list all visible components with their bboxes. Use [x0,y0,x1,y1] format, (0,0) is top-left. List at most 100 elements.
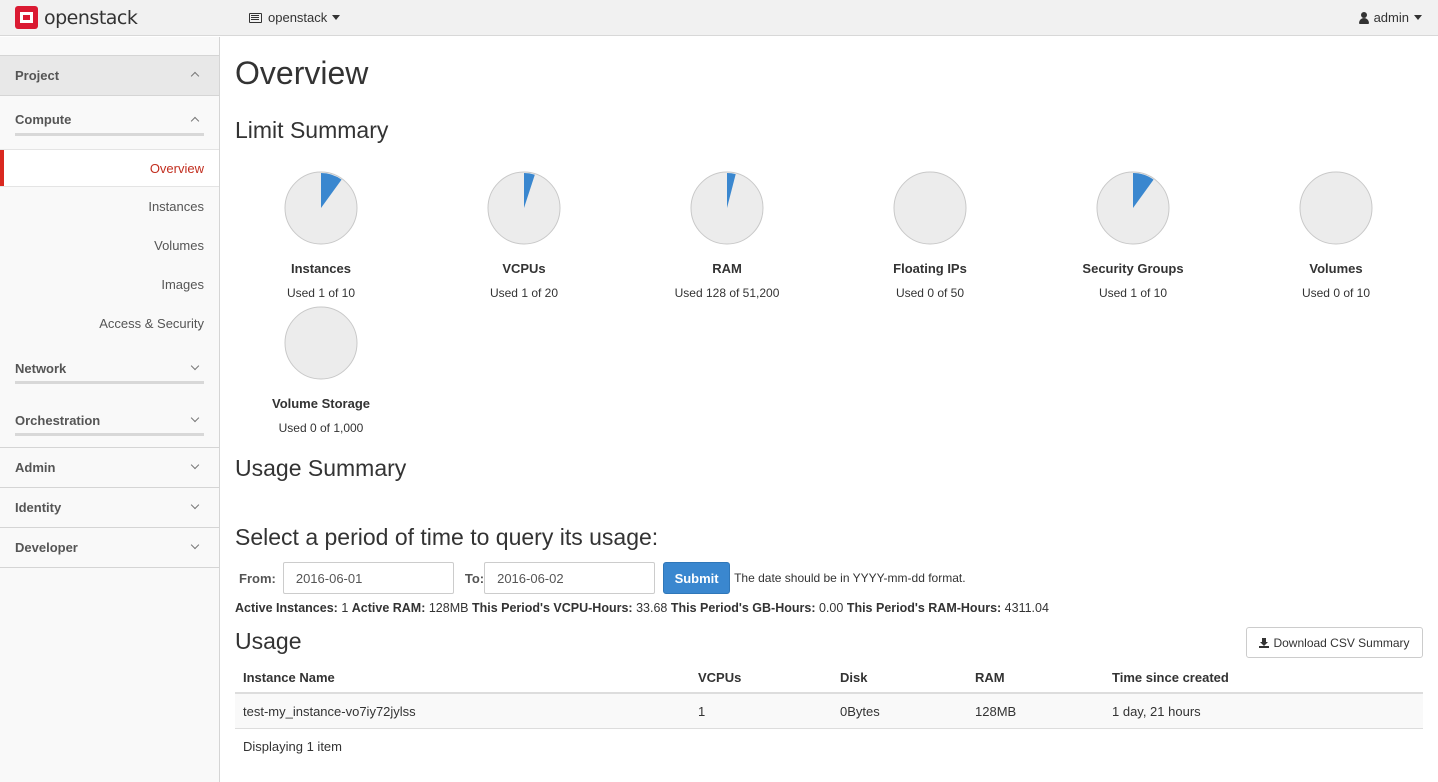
date-range-form: From: To: Submit The date should be in Y… [239,562,966,594]
table-cell: 1 day, 21 hours [1112,704,1201,719]
pie-chart [284,171,358,245]
sidebar-item-access-security[interactable]: Access & Security [99,316,204,331]
pie-background [1299,171,1373,245]
sidebar-network-label: Network [15,361,67,376]
chevron-up-icon [190,71,200,81]
divider [15,433,204,436]
column-header[interactable]: Time since created [1112,661,1229,694]
pie-usage-text: Used 1 of 10 [1098,286,1168,300]
download-csv-button[interactable]: Download CSV Summary [1246,627,1423,658]
column-header[interactable]: RAM [975,661,1005,694]
vcpu-hours-label: This Period's VCPU-Hours: [471,601,633,615]
pie-chart [1096,171,1170,245]
from-date-input[interactable] [282,562,454,594]
limit-pie-vcpus: VCPUs Used 1 of 20 [454,170,594,300]
limit-summary-heading: Limit Summary [235,117,389,143]
vcpu-hours-value: 33.68 [636,601,668,615]
active-instances-label: Active Instances: [235,601,338,615]
chevron-up-icon [190,116,200,126]
sidebar-compute-label: Compute [15,112,72,127]
sidebar-item-volumes[interactable]: Volumes [154,238,204,253]
brand-name: openstack [44,6,138,29]
gb-hours-label: This Period's GB-Hours: [670,601,816,615]
table-cell: 128MB [975,704,1017,719]
sidebar-item-label: Overview [149,161,204,176]
chevron-down-icon [190,413,200,423]
pie-usage-text: Used 1 of 20 [489,286,559,300]
pie-title: RAM [712,261,742,276]
divider [15,133,204,136]
chevron-down-icon [190,540,200,550]
pie-usage-text: Used 1 of 10 [286,286,356,300]
instance-name-link[interactable]: test-my_instance-vo7iy72jylss [243,694,416,729]
pie-usage-text: Used 0 of 50 [895,286,965,300]
pie-chart [690,171,764,245]
table-row: test-my_instance-vo7iy72jylss 1 0Bytes 1… [235,694,1423,729]
active-ram-label: Active RAM: [351,601,426,615]
chevron-down-icon [190,361,200,371]
project-name: openstack [268,10,328,25]
page-title: Overview [235,55,369,91]
pie-title: VCPUs [502,261,546,276]
gb-hours-value: 0.00 [818,601,844,615]
download-icon [1259,637,1270,648]
pie-chart [1299,171,1373,245]
project-switcher[interactable]: openstack [249,10,341,25]
column-header[interactable]: VCPUs [698,661,741,694]
sidebar-orchestration-label: Orchestration [15,413,101,428]
active-indicator [0,150,4,186]
top-navbar: openstack openstack admin [0,0,1438,36]
chevron-down-icon [190,500,200,510]
pie-usage-text: Used 0 of 10 [1301,286,1371,300]
pie-background [893,171,967,245]
limit-pie-volume-storage: Volume Storage Used 0 of 1,000 [251,305,391,435]
to-date-input[interactable] [484,562,656,594]
sidebar-developer-label: Developer [15,540,78,555]
brand-logo[interactable]: openstack [15,6,138,29]
openstack-logo-icon [15,6,38,29]
period-query-heading: Select a period of time to query its usa… [235,524,659,550]
usage-table: Instance Name VCPUs Disk RAM Time since … [235,661,1423,754]
pie-title: Instances [291,261,351,276]
pie-title: Security Groups [1082,261,1184,276]
table-header: Instance Name VCPUs Disk RAM Time since … [235,661,1423,694]
ram-hours-value: 4311.04 [1004,601,1049,615]
caret-down-icon [332,15,341,20]
active-instances-value: 1 [341,601,349,615]
limit-pie-volumes: Volumes Used 0 of 10 [1266,170,1406,300]
pie-title: Volume Storage [271,396,370,411]
pie-background [284,306,358,380]
usage-heading: Usage [235,628,302,654]
sidebar-item-overview[interactable]: Overview [0,149,219,187]
limit-pie-security-groups: Security Groups Used 1 of 10 [1063,170,1203,300]
column-header[interactable]: Disk [840,661,867,694]
user-menu[interactable]: admin [1358,10,1422,25]
pie-title: Floating IPs [893,261,967,276]
table-cell: 0Bytes [840,704,880,719]
pie-chart [487,171,561,245]
submit-button[interactable]: Submit [663,562,731,594]
divider [15,381,204,384]
pie-usage-text: Used 128 of 51,200 [674,286,780,300]
ram-hours-label: This Period's RAM-Hours: [846,601,1002,615]
active-ram-value: 128MB [428,601,469,615]
caret-down-icon [1414,15,1422,20]
divider [0,487,219,488]
divider [0,527,219,528]
sidebar-item-images[interactable]: Images [161,277,204,292]
limit-pie-ram: RAM Used 128 of 51,200 [657,170,797,300]
sidebar-project-label: Project [15,68,60,83]
limit-pie-floating-ips: Floating IPs Used 0 of 50 [860,170,1000,300]
table-footer: Displaying 1 item [243,739,342,754]
divider [0,447,219,448]
to-label: To: [464,570,485,586]
column-header[interactable]: Instance Name [243,661,335,694]
sidebar-project-header[interactable]: Project [0,55,219,96]
pie-title: Volumes [1309,261,1363,276]
user-icon [1358,11,1369,24]
from-label: From: [239,570,276,586]
sidebar-item-instances[interactable]: Instances [148,199,204,214]
project-list-icon [249,12,262,23]
pie-chart [284,306,358,380]
date-format-hint: The date should be in YYYY-mm-dd format. [734,571,966,585]
